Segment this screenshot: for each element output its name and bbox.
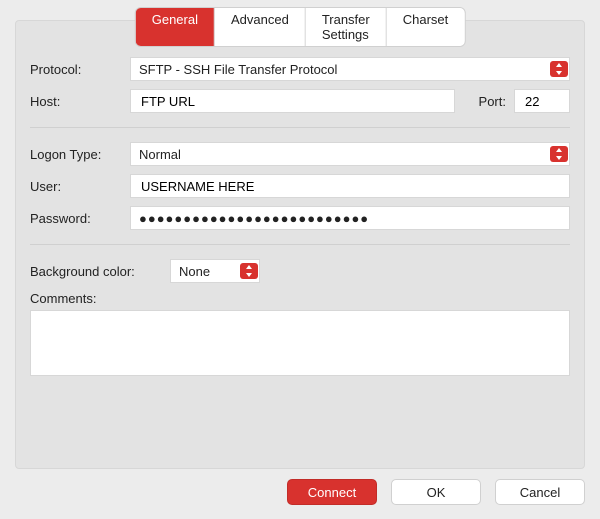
separator [30, 127, 570, 128]
comments-field[interactable] [30, 310, 570, 376]
protocol-select[interactable]: SFTP - SSH File Transfer Protocol [130, 57, 570, 81]
updown-icon [550, 146, 568, 162]
connect-button[interactable]: Connect [287, 479, 377, 505]
port-input[interactable] [523, 93, 561, 110]
protocol-value: SFTP - SSH File Transfer Protocol [139, 62, 549, 77]
password-label: Password: [30, 211, 130, 226]
cancel-button[interactable]: Cancel [495, 479, 585, 505]
tabbar: General Advanced Transfer Settings Chars… [136, 8, 465, 46]
comments-label: Comments: [30, 291, 570, 306]
updown-icon [240, 263, 258, 279]
protocol-label: Protocol: [30, 62, 130, 77]
password-field[interactable]: ●●●●●●●●●●●●●●●●●●●●●●●●●● [130, 206, 570, 230]
user-field[interactable] [130, 174, 570, 198]
port-field[interactable] [514, 89, 570, 113]
updown-icon [550, 61, 568, 77]
logon-type-label: Logon Type: [30, 147, 130, 162]
settings-panel: General Advanced Transfer Settings Chars… [15, 20, 585, 469]
user-input[interactable] [139, 178, 561, 195]
footer-buttons: Connect OK Cancel [287, 479, 585, 505]
bgcolor-select[interactable]: None [170, 259, 260, 283]
tab-general[interactable]: General [136, 8, 215, 46]
tab-advanced[interactable]: Advanced [215, 8, 306, 46]
port-label: Port: [479, 94, 506, 109]
ok-button[interactable]: OK [391, 479, 481, 505]
host-field[interactable] [130, 89, 455, 113]
password-value: ●●●●●●●●●●●●●●●●●●●●●●●●●● [139, 211, 369, 226]
tab-charset[interactable]: Charset [387, 8, 465, 46]
host-label: Host: [30, 94, 130, 109]
logon-type-select[interactable]: Normal [130, 142, 570, 166]
bgcolor-value: None [179, 264, 239, 279]
bgcolor-label: Background color: [30, 264, 170, 279]
separator [30, 244, 570, 245]
logon-type-value: Normal [139, 147, 549, 162]
user-label: User: [30, 179, 130, 194]
tab-transfer[interactable]: Transfer Settings [306, 8, 387, 46]
host-input[interactable] [139, 93, 446, 110]
